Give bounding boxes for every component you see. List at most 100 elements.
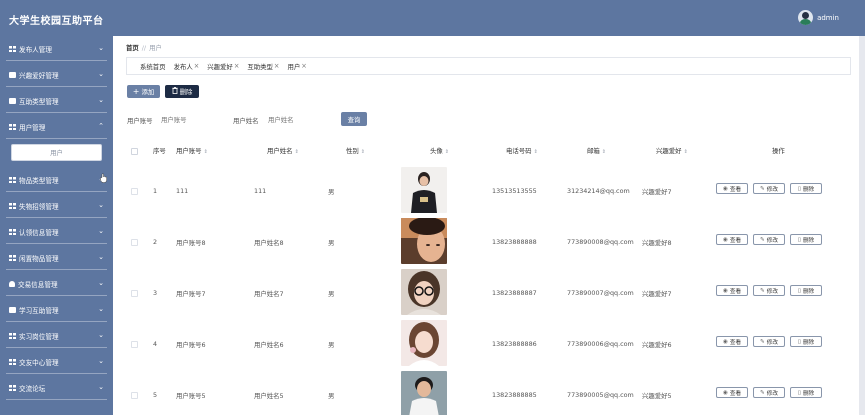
close-icon[interactable]: × [274,62,280,70]
sidebar-item[interactable]: 实习岗位管理 ⌄ [0,323,113,349]
tab-tag[interactable]: 用户 × [286,62,307,71]
sidebar-item[interactable]: 认领信息管理 ⌄ [0,219,113,245]
sidebar-item[interactable]: 失物招领管理 ⌄ [0,193,113,219]
breadcrumb-home[interactable]: 首页 [126,44,139,52]
user-menu[interactable]: admin [798,10,839,25]
account-search-input[interactable] [161,116,221,124]
chevron-down-icon[interactable]: ⌄ [98,280,104,287]
avatar[interactable] [401,320,447,366]
chevron-down-icon[interactable]: ⌄ [98,254,104,261]
close-icon[interactable]: × [234,62,240,70]
close-icon[interactable]: × [194,62,200,70]
edit-button[interactable]: ✎ 修改 [753,234,785,245]
edit-button[interactable]: ✎ 修改 [753,285,785,296]
sort-icon[interactable]: ⇕ [361,149,365,155]
chevron-down-icon[interactable]: ⌄ [98,97,104,104]
view-button[interactable]: ◉ 查看 [716,387,748,398]
tab-tag[interactable]: 互助类型 × [246,62,280,71]
avatar[interactable] [401,167,447,213]
sort-icon[interactable]: ⇕ [534,149,538,155]
cell-name: 用户姓名6 [254,341,284,349]
chevron-down-icon[interactable]: ⌄ [98,358,104,365]
header-hobby[interactable]: 兴趣爱好 ⇕ [656,146,688,155]
sidebar-subitem-user[interactable]: 用户 [11,144,102,161]
tab-tag[interactable]: 系统首页 [139,62,167,71]
user-avatar[interactable] [798,10,814,25]
chevron-down-icon[interactable]: ⌄ [98,45,104,52]
sort-icon[interactable]: ⇕ [295,149,299,155]
sidebar-item[interactable]: 兴趣爱好管理 ⌄ [0,62,113,88]
delete-button[interactable]: ▯ 删除 [790,387,822,398]
header-ops: 操作 [772,147,785,155]
box-icon [9,307,16,313]
header-avatar[interactable]: 头像 ⇕ [430,146,449,155]
sidebar-item[interactable]: 互助类型管理 ⌄ [0,88,113,114]
delete-button-label: 删除 [802,288,815,295]
delete-button[interactable]: ▯ 删除 [790,183,822,194]
avatar[interactable] [401,371,447,415]
header-name[interactable]: 用户姓名 ⇕ [267,146,299,155]
sidebar-item[interactable]: 用户管理 ⌃ [0,114,113,140]
sidebar-item[interactable]: 物品类型管理⌄ [0,167,113,193]
edit-button[interactable]: ✎ 修改 [753,387,785,398]
sidebar-item[interactable]: 发布人管理 ⌄ [0,36,113,62]
row-actions: ◉ 查看 ✎ 修改 ▯ 删除 [716,336,822,347]
header-gender[interactable]: 性别 ⇕ [346,146,365,155]
chevron-down-icon[interactable]: ⌄ [98,71,104,78]
close-icon[interactable]: × [301,62,307,70]
avatar[interactable] [401,269,447,315]
header-account[interactable]: 用户账号 ⇕ [176,146,208,155]
view-button[interactable]: ◉ 查看 [716,183,748,194]
mouse-cursor-icon [100,173,107,183]
delete-button[interactable]: ▯ 删除 [790,234,822,245]
tab-tag[interactable]: 发布人 × [173,62,201,71]
user-name[interactable]: admin [817,14,839,22]
sort-icon[interactable]: ⇕ [602,149,606,155]
sidebar-item[interactable]: 交友中心管理 ⌄ [0,349,113,375]
row-checkbox[interactable] [131,188,138,195]
delete-button[interactable]: 删除 [165,85,199,98]
scrollbar-track[interactable] [859,36,865,415]
edit-button[interactable]: ✎ 修改 [753,336,785,347]
sort-icon[interactable]: ⇕ [204,149,208,155]
edit-button[interactable]: ✎ 修改 [753,183,785,194]
view-button[interactable]: ◉ 查看 [716,285,748,296]
chevron-down-icon[interactable]: ⌄ [98,202,104,209]
avatar[interactable] [401,218,447,264]
cell-gender: 男 [328,341,335,349]
delete-button-label: 删除 [802,339,815,346]
row-checkbox[interactable] [131,290,138,297]
sidebar-item-label: 用户管理 [19,124,46,132]
box-icon [9,98,16,104]
sidebar-item[interactable]: 学习互助管理 ⌄ [0,297,113,323]
add-button[interactable]: + 添加 [127,85,160,98]
row-checkbox[interactable] [131,239,138,246]
header-email[interactable]: 邮箱 ⇕ [587,146,606,155]
sidebar-item[interactable]: 交易信息管理 ⌄ [0,271,113,297]
view-button[interactable]: ◉ 查看 [716,336,748,347]
chevron-down-icon[interactable]: ⌄ [98,228,104,235]
view-button-label: 查看 [729,186,742,193]
chevron-down-icon[interactable]: ⌄ [98,384,104,391]
sidebar-item-label: 兴趣爱好管理 [19,72,59,80]
delete-button[interactable]: ▯ 删除 [790,336,822,347]
cell-email: 773890008@qq.com [567,238,634,246]
row-checkbox[interactable] [131,341,138,348]
search-button[interactable]: 查询 [341,112,367,126]
header-phone[interactable]: 电话号码 ⇕ [506,146,538,155]
sidebar-item[interactable]: 闲置物品管理 ⌄ [0,245,113,271]
row-checkbox[interactable] [131,392,138,399]
header-name-label: 用户姓名 [267,147,293,155]
tab-tag[interactable]: 兴趣爱好 × [206,62,240,71]
delete-button[interactable]: ▯ 删除 [790,285,822,296]
view-button[interactable]: ◉ 查看 [716,234,748,245]
view-button-label: 查看 [729,288,742,295]
chevron-down-icon[interactable]: ⌄ [98,332,104,339]
sort-icon[interactable]: ⇕ [684,149,688,155]
name-search-input[interactable] [268,116,328,124]
chevron-up-icon[interactable]: ⌃ [98,123,104,130]
cell-phone: 13823888888 [492,238,537,246]
sidebar-item[interactable]: 交流论坛 ⌄ [0,375,113,401]
sort-icon[interactable]: ⇕ [445,149,449,155]
chevron-down-icon[interactable]: ⌄ [98,306,104,313]
